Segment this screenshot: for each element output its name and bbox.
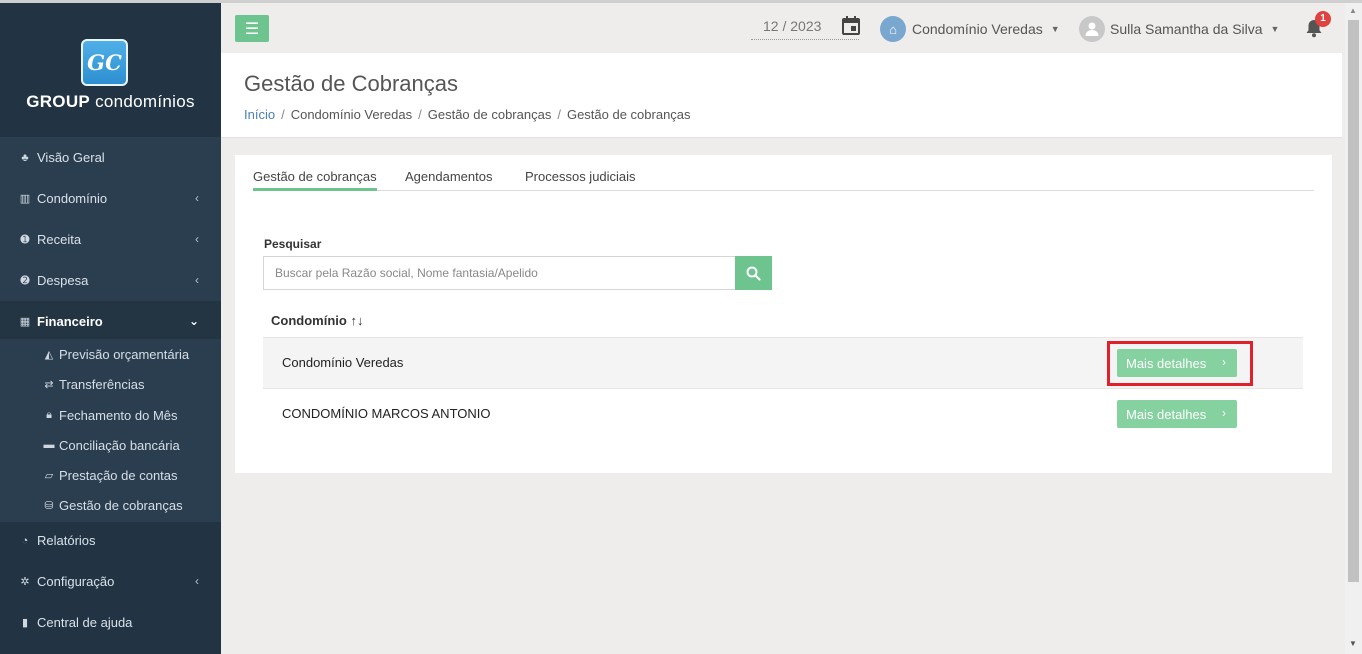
dashboard-icon: ♣ bbox=[21, 151, 29, 164]
search-label: Pesquisar bbox=[264, 237, 322, 251]
submenu-item-gestao-cobrancas[interactable]: ⛁ Gestão de cobranças bbox=[43, 495, 182, 515]
building-icon: ▥ bbox=[19, 193, 31, 205]
area-chart-icon: ◭ bbox=[44, 348, 54, 361]
breadcrumb-item[interactable]: Gestão de cobranças bbox=[428, 107, 552, 122]
brand-name: GROUP condomínios bbox=[26, 92, 195, 111]
row-name: CONDOMÍNIO MARCOS ANTONIO bbox=[282, 406, 491, 421]
calendar-icon[interactable] bbox=[842, 16, 860, 35]
search-input[interactable]: Buscar pela Razão social, Nome fantasia/… bbox=[263, 256, 737, 290]
tab-gestao-cobrancas[interactable]: Gestão de cobranças bbox=[253, 169, 377, 191]
sidebar-item-visao-geral[interactable]: ♣ Visão Geral bbox=[0, 137, 221, 178]
gear-icon: ✲ bbox=[20, 576, 30, 588]
hamburger-icon: ☰ bbox=[244, 20, 260, 38]
sidebar: GC GROUP condomínios ♣ Visão Geral ▥ Con… bbox=[0, 3, 221, 654]
chevron-left-icon: ‹ bbox=[195, 574, 199, 588]
lock-icon: 🔒︎ bbox=[46, 408, 52, 421]
scroll-up-icon[interactable]: ▲ bbox=[1349, 6, 1357, 15]
folder-open-icon: ▱ bbox=[44, 469, 54, 482]
scrollbar[interactable]: ▲ ▼ bbox=[1345, 3, 1362, 654]
table-row: CONDOMÍNIO MARCOS ANTONIO Mais detalhes › bbox=[263, 388, 1303, 439]
scroll-down-icon[interactable]: ▼ bbox=[1349, 639, 1357, 648]
breadcrumb-item: Gestão de cobranças bbox=[566, 107, 691, 122]
arrow-up-circle-icon: ➊ bbox=[20, 234, 30, 246]
sidebar-item-configuracao[interactable]: ✲ Configuração ‹ bbox=[0, 561, 221, 602]
sidebar-item-label: Relatórios bbox=[37, 533, 96, 548]
breadcrumb-item[interactable]: Início bbox=[244, 107, 275, 122]
sidebar-item-label: Central de ajuda bbox=[37, 615, 133, 630]
sidebar-item-despesa[interactable]: ➋ Despesa ‹ bbox=[0, 260, 221, 301]
pie-chart-icon: ◔ bbox=[21, 534, 29, 547]
notification-badge: 1 bbox=[1315, 11, 1331, 27]
submenu-item-previsao[interactable]: ◭ Previsão orçamentária bbox=[43, 344, 189, 364]
sidebar-item-label: Condomínio bbox=[37, 191, 108, 206]
sidebar-item-label: Receita bbox=[37, 232, 82, 247]
financeiro-submenu: ◭ Previsão orçamentária ⇄ Transferências 🔒… bbox=[0, 339, 221, 522]
submenu-item-conciliacao[interactable]: ▬ Conciliação bancária bbox=[43, 435, 180, 455]
tab-processos-judiciais[interactable]: Processos judiciais bbox=[525, 169, 636, 191]
caret-down-icon: ▼ bbox=[1050, 24, 1060, 34]
chevron-left-icon: ‹ bbox=[195, 273, 199, 287]
sidebar-item-label: Despesa bbox=[37, 273, 89, 288]
chevron-left-icon: ‹ bbox=[195, 232, 199, 246]
sidebar-item-relatorios[interactable]: ◔ Relatórios bbox=[0, 520, 221, 561]
condo-selector-label: Condomínio Veredas bbox=[912, 21, 1043, 37]
calculator-icon: ▦ bbox=[19, 316, 31, 328]
row-name: Condomínio Veredas bbox=[282, 355, 404, 370]
column-header-condominio[interactable]: Condomínio ↑↓ bbox=[271, 313, 363, 328]
sidebar-item-label: Financeiro bbox=[37, 314, 103, 329]
sidebar-item-label: Configuração bbox=[37, 574, 115, 589]
help-book-icon: ▮ bbox=[21, 617, 29, 629]
sidebar-item-label: Visão Geral bbox=[37, 150, 105, 165]
submenu-item-transferencias[interactable]: ⇄ Transferências bbox=[43, 374, 144, 394]
page-title: Gestão de Cobranças bbox=[244, 71, 459, 96]
user-menu[interactable]: Sulla Samantha da Silva ▼ bbox=[1079, 16, 1279, 42]
sort-icon: ↑↓ bbox=[350, 313, 364, 328]
search-button[interactable] bbox=[735, 256, 772, 290]
breadcrumb: Início / Condomínio Veredas / Gestão de cobr… bbox=[244, 107, 691, 122]
chevron-down-icon: ⌄ bbox=[188, 314, 199, 328]
scrollbar-thumb[interactable] bbox=[1348, 20, 1359, 582]
sidebar-item-receita[interactable]: ➊ Receita ‹ bbox=[0, 219, 221, 260]
coins-icon: ⛁ bbox=[44, 499, 54, 512]
chevron-left-icon: ‹ bbox=[195, 191, 199, 205]
exchange-icon: ⇄ bbox=[44, 378, 54, 391]
menu-toggle-button[interactable]: ☰ bbox=[235, 15, 269, 42]
details-button[interactable]: Mais detalhes › bbox=[1117, 400, 1237, 428]
highlight-box bbox=[1107, 341, 1253, 386]
content-card: Gestão de cobranças Agendamentos Process… bbox=[235, 155, 1332, 473]
sidebar-item-central-ajuda[interactable]: ▮ Central de ajuda bbox=[0, 602, 221, 643]
brand[interactable]: GC GROUP condomínios bbox=[0, 3, 221, 137]
breadcrumb-item[interactable]: Condomínio Veredas bbox=[291, 107, 412, 122]
home-icon: ⌂ bbox=[880, 16, 906, 42]
avatar bbox=[1079, 16, 1105, 42]
logo-icon: GC bbox=[81, 39, 128, 86]
condo-selector[interactable]: ⌂ Condomínio Veredas ▼ bbox=[880, 16, 1060, 42]
chevron-right-icon: › bbox=[1222, 406, 1226, 420]
caret-down-icon: ▼ bbox=[1270, 24, 1280, 34]
arrow-down-circle-icon: ➋ bbox=[20, 275, 30, 287]
search-icon bbox=[746, 266, 761, 281]
submenu-item-fechamento[interactable]: 🔒︎ Fechamento do Mês bbox=[43, 405, 177, 425]
tab-agendamentos[interactable]: Agendamentos bbox=[405, 169, 492, 191]
sidebar-item-condominio[interactable]: ▥ Condomínio ‹ bbox=[0, 178, 221, 219]
sidebar-item-financeiro[interactable]: ▦ Financeiro ⌄ bbox=[0, 301, 221, 342]
credit-card-icon: ▬ bbox=[43, 439, 55, 451]
submenu-item-prestacao[interactable]: ▱ Prestação de contas bbox=[43, 465, 178, 485]
user-name: Sulla Samantha da Silva bbox=[1110, 21, 1263, 37]
page-header: Gestão de Cobranças Início / Condomínio Ve… bbox=[221, 53, 1342, 138]
tab-bar: Gestão de cobranças Agendamentos Process… bbox=[253, 169, 1314, 191]
